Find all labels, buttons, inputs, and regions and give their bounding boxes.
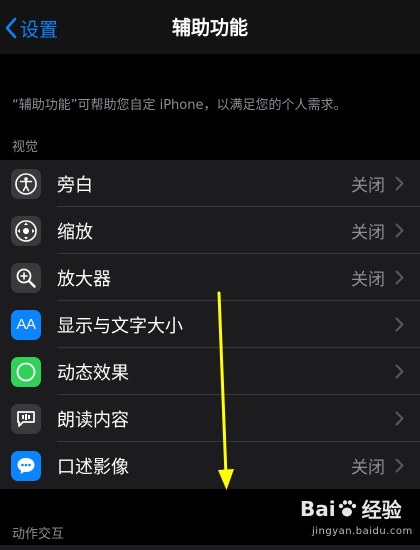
row-magnifier-value: 关闭: [351, 270, 385, 290]
chevron-right-icon: [395, 223, 404, 238]
row-voiceover[interactable]: 旁白 关闭: [0, 160, 420, 207]
motion-icon: [11, 356, 41, 387]
row-audio-description-value: 关闭: [351, 458, 385, 478]
watermark-brand-cn: 经验: [361, 498, 402, 522]
chevron-right-icon: [395, 411, 404, 426]
row-spoken-content[interactable]: 朗读内容: [0, 395, 420, 442]
vision-settings-group: 旁白 关闭 缩放 关闭 放大器 关闭 AA 显示与文字大小 动态效果 朗读内容 …: [0, 160, 420, 489]
chevron-right-icon: [395, 364, 404, 379]
row-magnifier-label: 放大器: [57, 268, 111, 290]
navigation-bar: 设置 辅助功能: [0, 0, 420, 54]
magnifier-icon: [11, 262, 41, 293]
row-spoken-content-label: 朗读内容: [57, 409, 129, 431]
section-header-interaction: 动作交互: [12, 527, 65, 542]
row-motion-label: 动态效果: [57, 362, 129, 384]
watermark-logo: Bai 经验: [300, 494, 402, 523]
row-display-text-size[interactable]: AA 显示与文字大小: [0, 301, 420, 348]
row-voiceover-value: 关闭: [351, 176, 385, 196]
row-magnifier[interactable]: 放大器 关闭: [0, 254, 420, 301]
row-display-text-size-label: 显示与文字大小: [57, 315, 183, 337]
chevron-right-icon: [395, 317, 404, 332]
description-text: “辅助功能”可帮助您自定 iPhone，以满足您的个人需求。: [12, 98, 347, 113]
section-header-vision: 视觉: [12, 140, 39, 155]
row-zoom[interactable]: 缩放 关闭: [0, 207, 420, 254]
spoken-content-icon: [11, 403, 41, 434]
text-size-icon-glyph: AA: [16, 316, 36, 333]
row-zoom-label: 缩放: [57, 221, 93, 243]
row-motion[interactable]: 动态效果: [0, 348, 420, 395]
row-voiceover-label: 旁白: [57, 174, 93, 196]
baidu-jingyan-watermark: Bai 经验 jingyan.baidu.com: [300, 494, 412, 546]
voiceover-icon: [11, 168, 41, 199]
chevron-right-icon: [395, 176, 404, 191]
paw-icon: [338, 499, 356, 516]
row-audio-description-label: 口述影像: [57, 456, 129, 478]
zoom-icon: [11, 215, 41, 246]
row-zoom-value: 关闭: [351, 223, 385, 243]
watermark-url: jingyan.baidu.com: [312, 526, 413, 537]
text-size-icon: AA: [11, 309, 41, 340]
chevron-right-icon: [395, 458, 404, 473]
watermark-brand: Bai: [300, 496, 336, 521]
audio-description-icon: [11, 450, 41, 481]
row-audio-description[interactable]: 口述影像 关闭: [0, 442, 420, 489]
page-title: 辅助功能: [171, 17, 248, 39]
chevron-right-icon: [395, 270, 404, 285]
